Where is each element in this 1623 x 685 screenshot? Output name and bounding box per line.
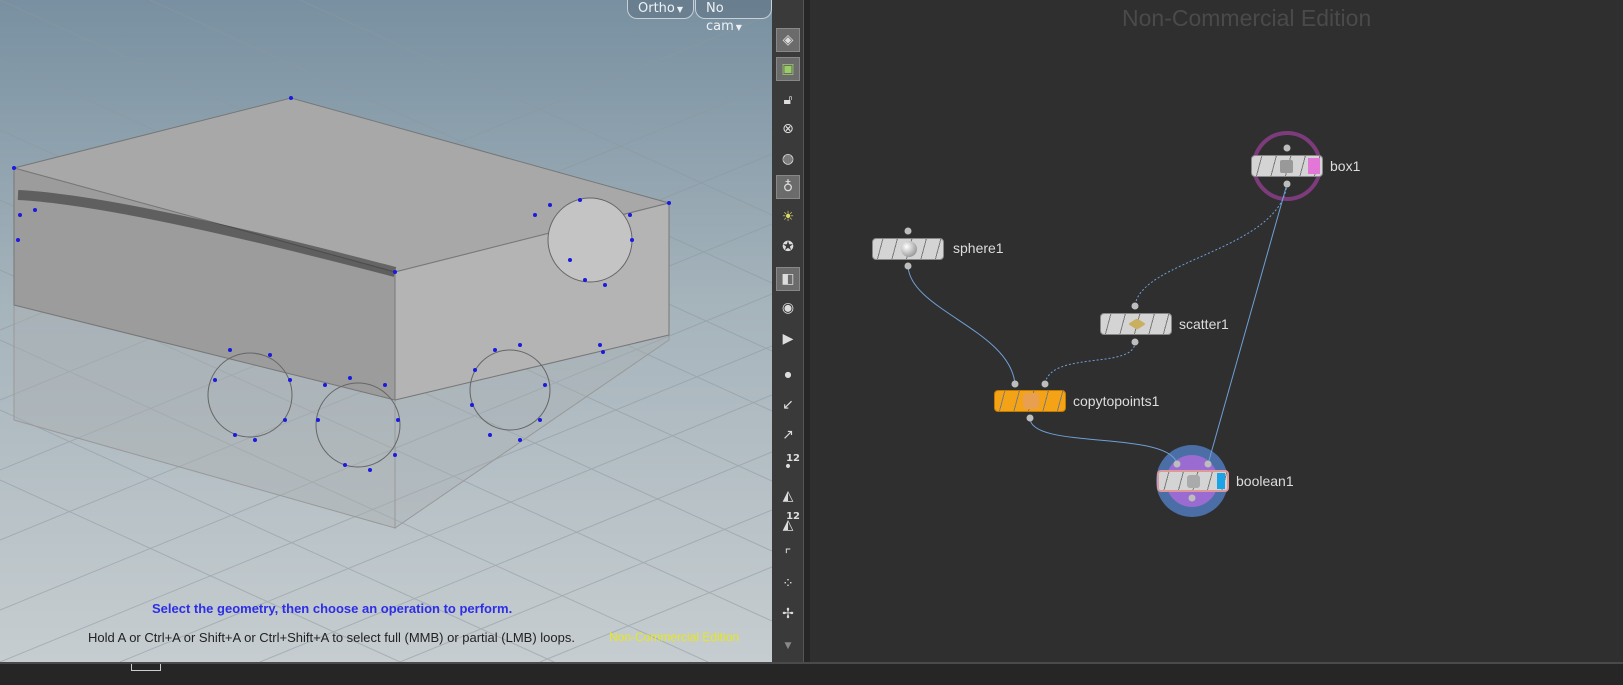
primitive-number-label: 12	[786, 511, 800, 522]
viewport-watermark: Non-Commercial Edition	[609, 630, 740, 644]
timeline-cursor[interactable]	[131, 664, 161, 671]
pane-divider[interactable]	[803, 0, 810, 662]
copytopoints-icon	[1023, 393, 1039, 409]
wire-sphere-to-copy	[907, 265, 1016, 385]
boolean-icon	[1187, 475, 1200, 488]
primitive-number-icon[interactable]: 12 ◭	[776, 511, 800, 537]
close-icon[interactable]: ⊗	[776, 117, 800, 141]
node-label-sphere1: sphere1	[953, 240, 1004, 256]
operation-hint: Select the geometry, then choose an oper…	[152, 601, 513, 616]
normal-icon[interactable]: ↙	[776, 393, 800, 417]
scatter-icon	[1127, 318, 1147, 330]
node-boolean1[interactable]	[1157, 470, 1229, 492]
node-label-boolean1: boolean1	[1236, 473, 1294, 489]
chevron-down-icon: ▼	[735, 23, 742, 32]
camera-dropdown[interactable]: No cam ▼	[695, 0, 772, 34]
display-options-icon[interactable]: ◧	[776, 267, 800, 291]
selection-hint: Hold A or Ctrl+A or Shift+A or Ctrl+Shif…	[88, 630, 575, 645]
node-label-box1: box1	[1330, 158, 1361, 174]
network-editor[interactable]: Non-Commercial Edition sphere1 scatter1 …	[810, 0, 1623, 662]
timeline-bar[interactable]	[0, 662, 1623, 685]
snapping-icon[interactable]: ▣	[776, 57, 800, 81]
node-scatter1[interactable]	[1100, 313, 1172, 335]
primitive-icon[interactable]: ◭	[776, 484, 800, 508]
node-label-scatter1: scatter1	[1179, 316, 1229, 332]
render-icon[interactable]: ▶	[776, 327, 800, 351]
wire-scatter-to-copy	[1044, 341, 1136, 385]
origin-icon[interactable]: ✢	[776, 602, 800, 626]
edge-icon[interactable]: ⌜	[776, 543, 800, 567]
shading-icon[interactable]: ◍	[776, 147, 800, 171]
node-copytopoints1[interactable]	[994, 390, 1066, 412]
sphere-icon	[901, 241, 917, 257]
node-label-copytopoints1: copytopoints1	[1073, 393, 1160, 409]
wire-copy-to-boolean	[1029, 417, 1178, 465]
camera-label: No cam	[706, 1, 734, 34]
headlight-icon[interactable]: ☀	[776, 205, 800, 229]
node-sphere1[interactable]	[872, 238, 944, 260]
view-type-dropdown[interactable]: Ortho ▼	[627, 0, 695, 19]
lock-icon[interactable]: 🔓︎	[776, 88, 800, 112]
light-icon[interactable]: ♁	[776, 175, 800, 199]
template-flag[interactable]	[1308, 158, 1320, 174]
box-icon	[1280, 160, 1293, 173]
scene-geometry	[0, 0, 772, 662]
light-2-icon[interactable]: ✪	[776, 235, 800, 259]
wire-box-to-scatter	[1134, 183, 1288, 307]
eye-icon[interactable]: ◉	[776, 296, 800, 320]
scroll-down-icon[interactable]: ▼	[776, 634, 800, 658]
display-flag[interactable]	[1217, 473, 1225, 489]
chevron-down-icon: ▼	[676, 5, 684, 14]
point-icon[interactable]: ●	[776, 362, 800, 386]
vertex-icon[interactable]: ⁘	[776, 572, 800, 596]
point-number-icon[interactable]: 12 •	[776, 453, 800, 479]
node-box1[interactable]	[1251, 155, 1323, 177]
3d-viewport[interactable]: Ortho ▼ No cam ▼ Select the geometry, then…	[0, 0, 772, 662]
point-number-label: 12	[786, 453, 800, 464]
select-mode-icon[interactable]: ◈	[776, 28, 800, 52]
vector-icon[interactable]: ↗	[776, 423, 800, 447]
view-type-label: Ortho	[638, 1, 675, 16]
display-toolbar: ◈ ▣ 🔓︎ ⊗ ◍ ♁ ☀ ✪ ◧ ◉ ▶ ● ↙ ↗ 12 • ◭ 12 ◭ ⌜…	[772, 0, 803, 662]
